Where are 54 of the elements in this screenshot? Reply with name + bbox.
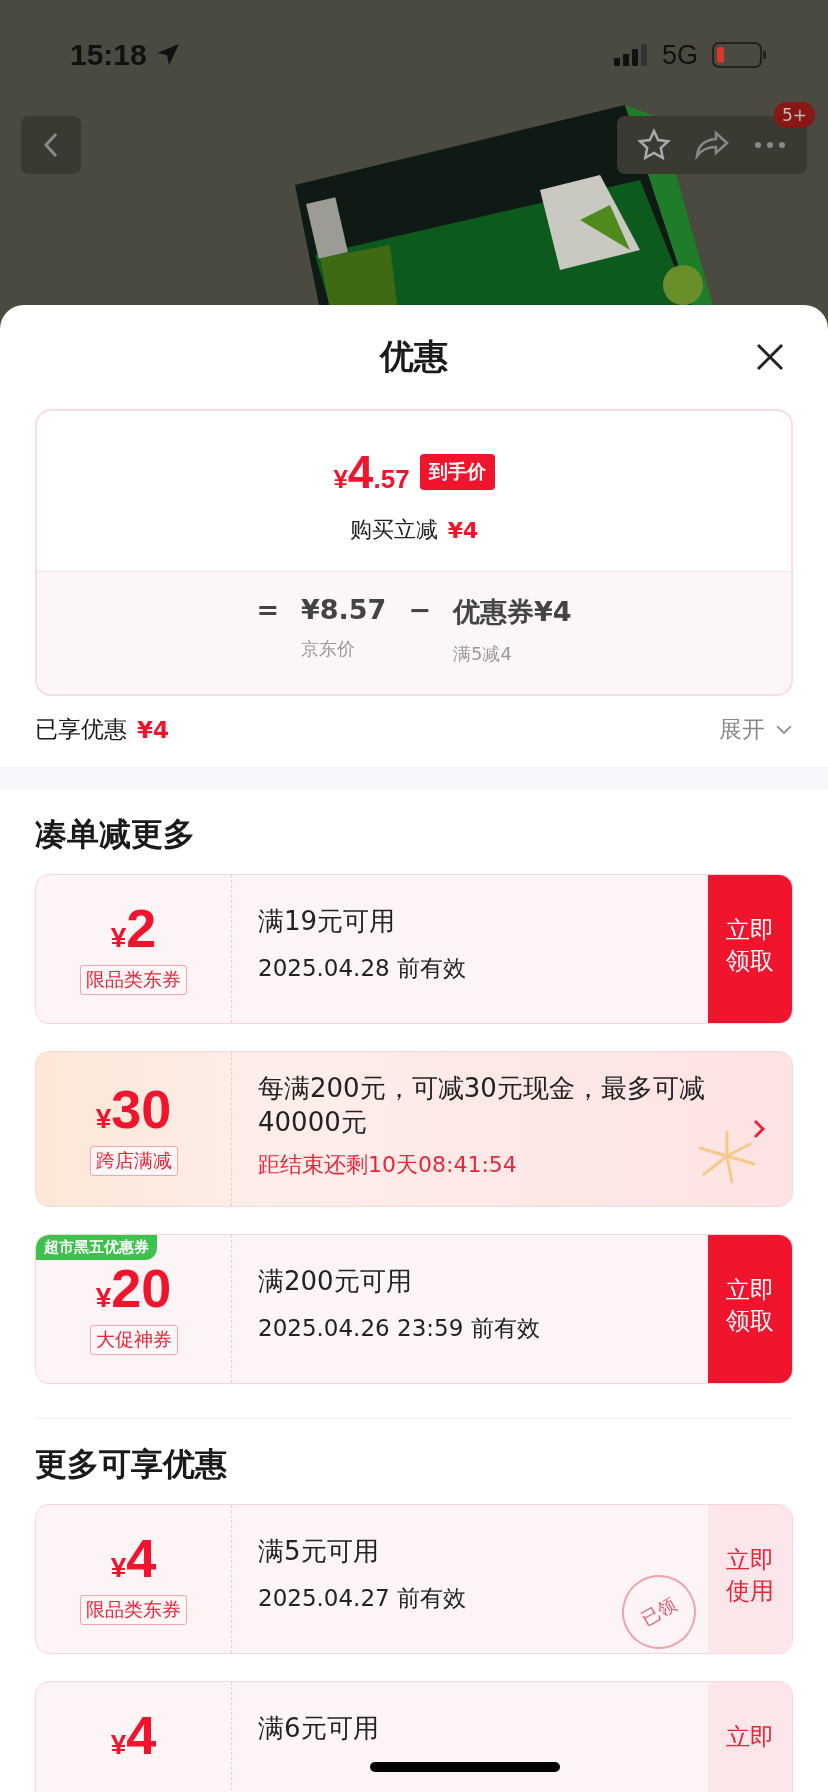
enjoyed-discount-value: ¥4 (137, 716, 169, 743)
coupon-amount: ¥4 (110, 1704, 157, 1766)
instant-discount-label: 购买立减 (349, 516, 438, 544)
instant-discount-value: ¥4 (447, 517, 479, 543)
coupon-validity: 2025.04.27 前有效 (258, 1583, 466, 1613)
coupon-condition: 满200元可用 (258, 1265, 413, 1298)
formula-operator: − (408, 594, 432, 625)
network-label: 5G (661, 39, 698, 71)
coupon-tag: 限品类东券 (80, 1595, 187, 1625)
coupon-validity: 2025.04.26 23:59 前有效 (258, 1313, 540, 1343)
chevron-down-icon (775, 723, 793, 736)
more-icon (754, 141, 786, 149)
sheet-title: 优惠 (380, 335, 448, 378)
chevron-right-icon[interactable] (752, 1118, 766, 1140)
countdown-text: 距结束还剩10天08:41:54 (258, 1150, 518, 1179)
coupon-action-button[interactable]: 立即 (708, 1682, 792, 1792)
price-tag: 到手价 (419, 454, 495, 490)
coupon-condition: 满6元可用 (258, 1712, 380, 1745)
coupon-card[interactable]: 超市黑五优惠券 ¥20 大促神券 满200元可用 2025.04.26 23:59 前有效 立即领取 (35, 1234, 793, 1384)
share-icon (694, 130, 730, 160)
coupon-amount: ¥20 (95, 1257, 172, 1319)
formula-operator: = (256, 594, 279, 625)
formula-label: 京东价 (301, 637, 355, 661)
star-icon (637, 128, 671, 162)
coupon-action-button[interactable]: 立即领取 (708, 1235, 792, 1383)
signal-icon (613, 44, 648, 66)
coupon-card[interactable]: ¥4 限品类东券 满5元可用 2025.04.27 前有效 已领 立即使用 (35, 1504, 793, 1654)
coupon-condition: 每满200元，可减30元现金，最多可减40000元 (258, 1072, 706, 1139)
enjoyed-discount-label: 已享优惠 (35, 715, 127, 744)
coupon-amount: ¥4 (110, 1527, 157, 1589)
formula-value: 优惠券¥4 (453, 595, 572, 629)
section-title: 更多可享优惠 (35, 1444, 228, 1485)
coupon-card[interactable]: ¥2 限品类东券 满19元可用 2025.04.28 前有效 立即领取 (35, 874, 793, 1024)
coupon-ribbon: 超市黑五优惠券 (36, 1235, 157, 1260)
coupon-action-button[interactable]: 立即使用 (708, 1505, 792, 1653)
coupon-tag: 跨店满减 (89, 1146, 178, 1176)
coupon-card[interactable]: ¥4 满6元可用 立即 (35, 1681, 793, 1792)
coupon-condition: 满5元可用 (258, 1535, 380, 1568)
coupon-card[interactable]: ¥30 跨店满减 每满200元，可减30元现金，最多可减40000元 距结束还剩10天08:41:54 (35, 1051, 793, 1207)
back-button[interactable] (21, 116, 81, 174)
status-time: 15:18 (70, 38, 147, 72)
expand-button[interactable]: 展开 (719, 714, 793, 745)
coupon-tag: 大促神券 (89, 1325, 178, 1355)
formula-label: 满5减4 (453, 642, 512, 666)
coupon-validity: 2025.04.28 前有效 (258, 953, 466, 983)
coupon-amount: ¥2 (110, 897, 157, 959)
notification-badge: 5+ (773, 102, 815, 128)
final-price: ¥4.57 (333, 445, 410, 499)
coupon-action-button[interactable]: 立即领取 (708, 875, 792, 1023)
coupon-condition: 满19元可用 (258, 905, 397, 938)
formula-value: ¥8.57 (301, 594, 387, 625)
coupon-tag: 限品类东券 (80, 965, 187, 995)
coupon-amount: ¥30 (95, 1078, 172, 1140)
section-title: 凑单减更多 (35, 814, 196, 855)
